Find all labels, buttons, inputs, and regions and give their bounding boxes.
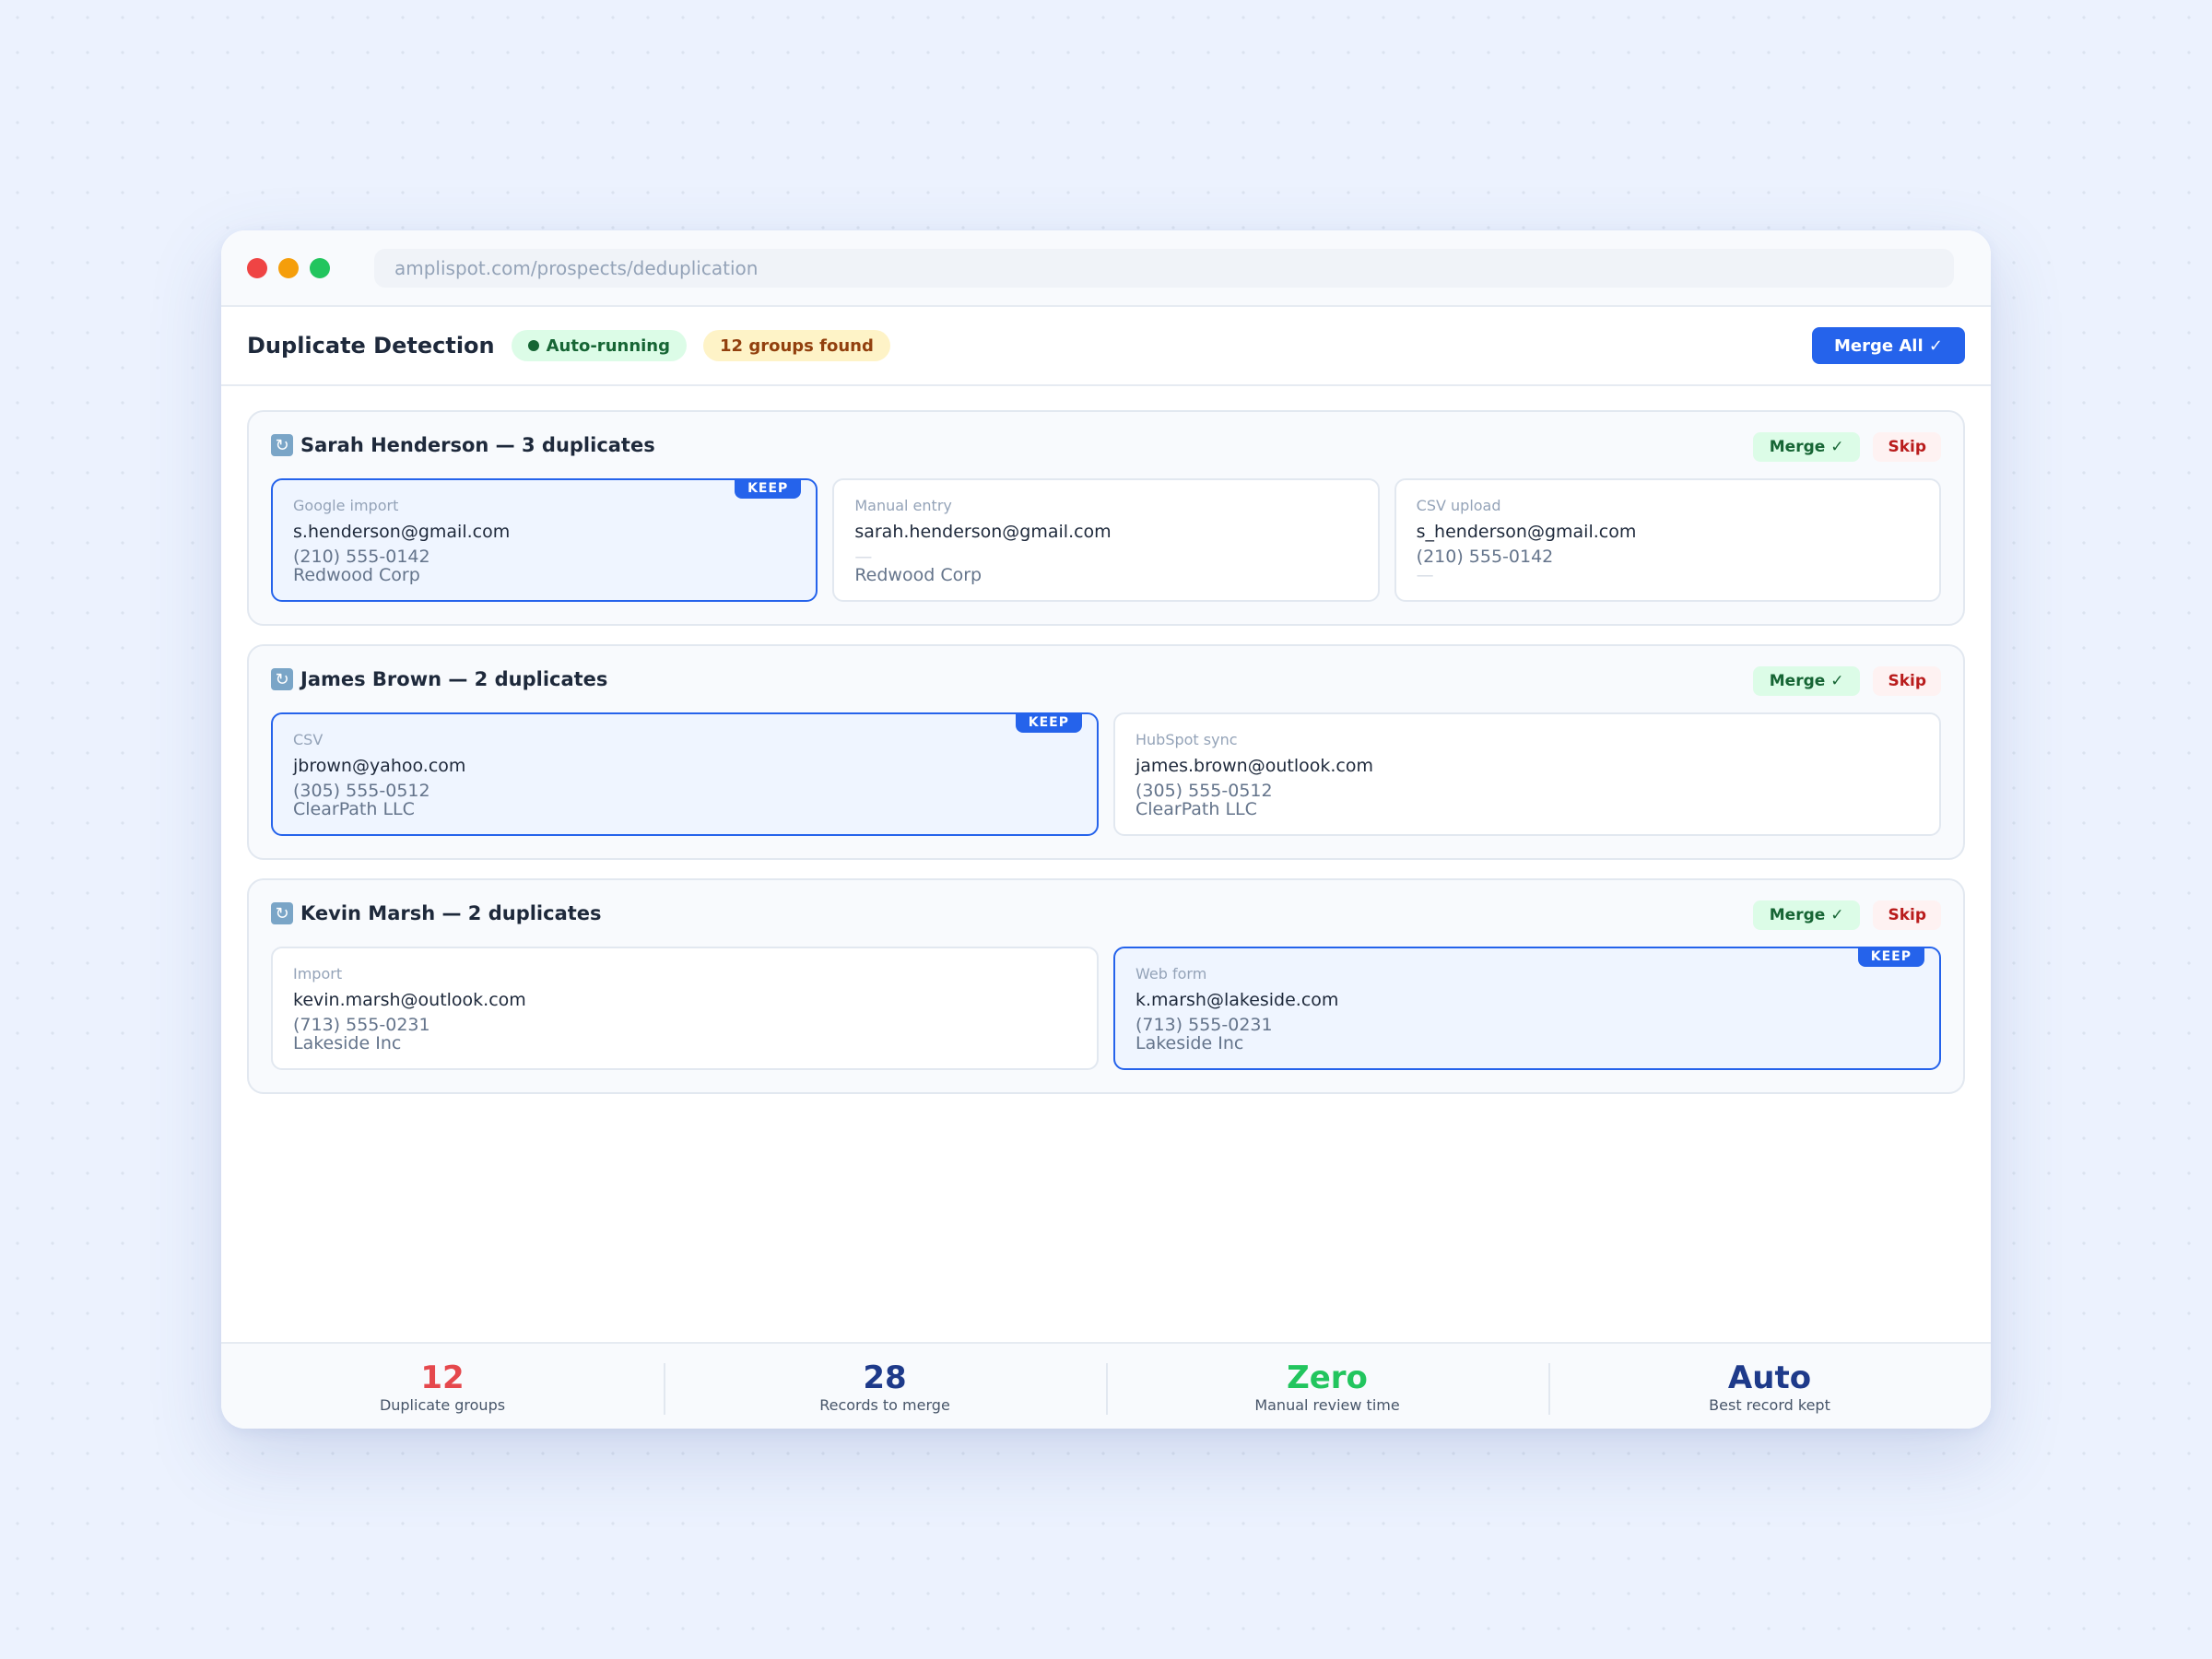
stat-value: 12: [420, 1359, 465, 1396]
record-phone: (210) 555-0142: [1416, 547, 1554, 567]
record-card[interactable]: KEEP CSV jbrown@yahoo.com (305) 555-0512…: [271, 712, 1099, 836]
record-phone: (305) 555-0512: [293, 781, 430, 801]
merge-group-button[interactable]: Merge ✓: [1752, 432, 1861, 462]
browser-window: amplispot.com/prospects/deduplication Du…: [221, 230, 1991, 1429]
status-badge-label: Auto-running: [546, 335, 671, 356]
maximize-window-button[interactable]: [310, 257, 330, 278]
record-card[interactable]: HubSpot sync james.brown@outlook.com (30…: [1113, 712, 1941, 836]
stat-duplicate-groups: 12 Duplicate groups: [221, 1359, 664, 1414]
record-email: jbrown@yahoo.com: [293, 756, 466, 776]
status-badge: Auto-running: [511, 330, 688, 361]
browser-titlebar: amplispot.com/prospects/deduplication: [221, 230, 1991, 307]
group-title: Sarah Henderson — 3 duplicates: [300, 434, 655, 456]
record-card[interactable]: KEEP Google import s.henderson@gmail.com…: [271, 478, 818, 602]
refresh-icon: ↻: [271, 434, 293, 456]
status-dot-icon: [527, 340, 539, 351]
record-source: Google import: [293, 497, 399, 514]
record-card[interactable]: CSV upload s_henderson@gmail.com (210) 5…: [1394, 478, 1941, 602]
merge-group-button[interactable]: Merge ✓: [1752, 900, 1861, 930]
keep-badge: KEEP: [1015, 712, 1082, 733]
skip-group-button[interactable]: Skip: [1873, 900, 1941, 930]
record-email: kevin.marsh@outlook.com: [293, 990, 526, 1010]
stat-value: Zero: [1287, 1359, 1368, 1396]
stat-manual-review-time: Zero Manual review time: [1106, 1359, 1548, 1415]
address-bar[interactable]: amplispot.com/prospects/deduplication: [374, 248, 1954, 288]
record-company: Lakeside Inc: [293, 1033, 402, 1053]
keep-badge: KEEP: [735, 478, 802, 499]
stat-label: Manual review time: [1254, 1395, 1400, 1414]
record-email: s_henderson@gmail.com: [1416, 522, 1637, 542]
duplicate-group: ↻ Sarah Henderson — 3 duplicates Merge ✓…: [247, 410, 1965, 626]
record-email: s.henderson@gmail.com: [293, 522, 511, 542]
stat-label: Duplicate groups: [379, 1395, 506, 1414]
record-phone: (713) 555-0231: [1135, 1015, 1273, 1035]
record-company: —: [1416, 565, 1434, 585]
record-source: HubSpot sync: [1135, 731, 1238, 748]
refresh-icon: ↻: [271, 902, 293, 924]
refresh-icon: ↻: [271, 668, 293, 690]
record-source: Import: [293, 965, 343, 982]
record-phone: —: [854, 547, 873, 567]
merge-group-button[interactable]: Merge ✓: [1752, 666, 1861, 696]
record-phone: (713) 555-0231: [293, 1015, 430, 1035]
keep-badge: KEEP: [1857, 947, 1924, 967]
stat-value: 28: [863, 1359, 907, 1396]
summary-stats-bar: 12 Duplicate groups 28 Records to merge …: [221, 1342, 1991, 1429]
page-header: Duplicate Detection Auto-running 12 grou…: [221, 307, 1991, 386]
stat-best-record-kept: Auto Best record kept: [1548, 1359, 1991, 1415]
record-phone: (210) 555-0142: [293, 547, 430, 567]
stat-records-to-merge: 28 Records to merge: [664, 1359, 1106, 1415]
record-source: CSV: [293, 731, 324, 748]
record-email: k.marsh@lakeside.com: [1135, 990, 1339, 1010]
record-card[interactable]: Import kevin.marsh@outlook.com (713) 555…: [271, 947, 1099, 1070]
duplicate-groups-list: ↻ Sarah Henderson — 3 duplicates Merge ✓…: [221, 386, 1991, 1094]
record-company: ClearPath LLC: [293, 799, 415, 819]
skip-group-button[interactable]: Skip: [1873, 432, 1941, 462]
record-company: Redwood Corp: [854, 565, 982, 585]
stat-label: Records to merge: [819, 1395, 950, 1414]
skip-group-button[interactable]: Skip: [1873, 666, 1941, 696]
page-title: Duplicate Detection: [247, 333, 495, 359]
record-company: Redwood Corp: [293, 565, 420, 585]
minimize-window-button[interactable]: [278, 257, 299, 278]
groups-count-badge: 12 groups found: [703, 330, 890, 361]
record-company: ClearPath LLC: [1135, 799, 1257, 819]
stat-value: Auto: [1727, 1359, 1812, 1396]
record-card[interactable]: KEEP Web form k.marsh@lakeside.com (713)…: [1113, 947, 1941, 1070]
record-source: CSV upload: [1416, 497, 1501, 514]
record-card[interactable]: Manual entry sarah.henderson@gmail.com —…: [832, 478, 1380, 602]
record-source: Manual entry: [854, 497, 952, 514]
record-company: Lakeside Inc: [1135, 1033, 1244, 1053]
record-email: james.brown@outlook.com: [1135, 756, 1373, 776]
record-source: Web form: [1135, 965, 1207, 982]
stat-label: Best record kept: [1709, 1395, 1830, 1414]
duplicate-group: ↻ Kevin Marsh — 2 duplicates Merge ✓ Ski…: [247, 878, 1965, 1094]
merge-all-button[interactable]: Merge All ✓: [1812, 327, 1965, 364]
duplicate-group: ↻ James Brown — 2 duplicates Merge ✓ Ski…: [247, 644, 1965, 860]
close-window-button[interactable]: [247, 257, 267, 278]
record-email: sarah.henderson@gmail.com: [854, 522, 1112, 542]
group-title: Kevin Marsh — 2 duplicates: [300, 902, 602, 924]
group-title: James Brown — 2 duplicates: [300, 668, 608, 690]
record-phone: (305) 555-0512: [1135, 781, 1273, 801]
